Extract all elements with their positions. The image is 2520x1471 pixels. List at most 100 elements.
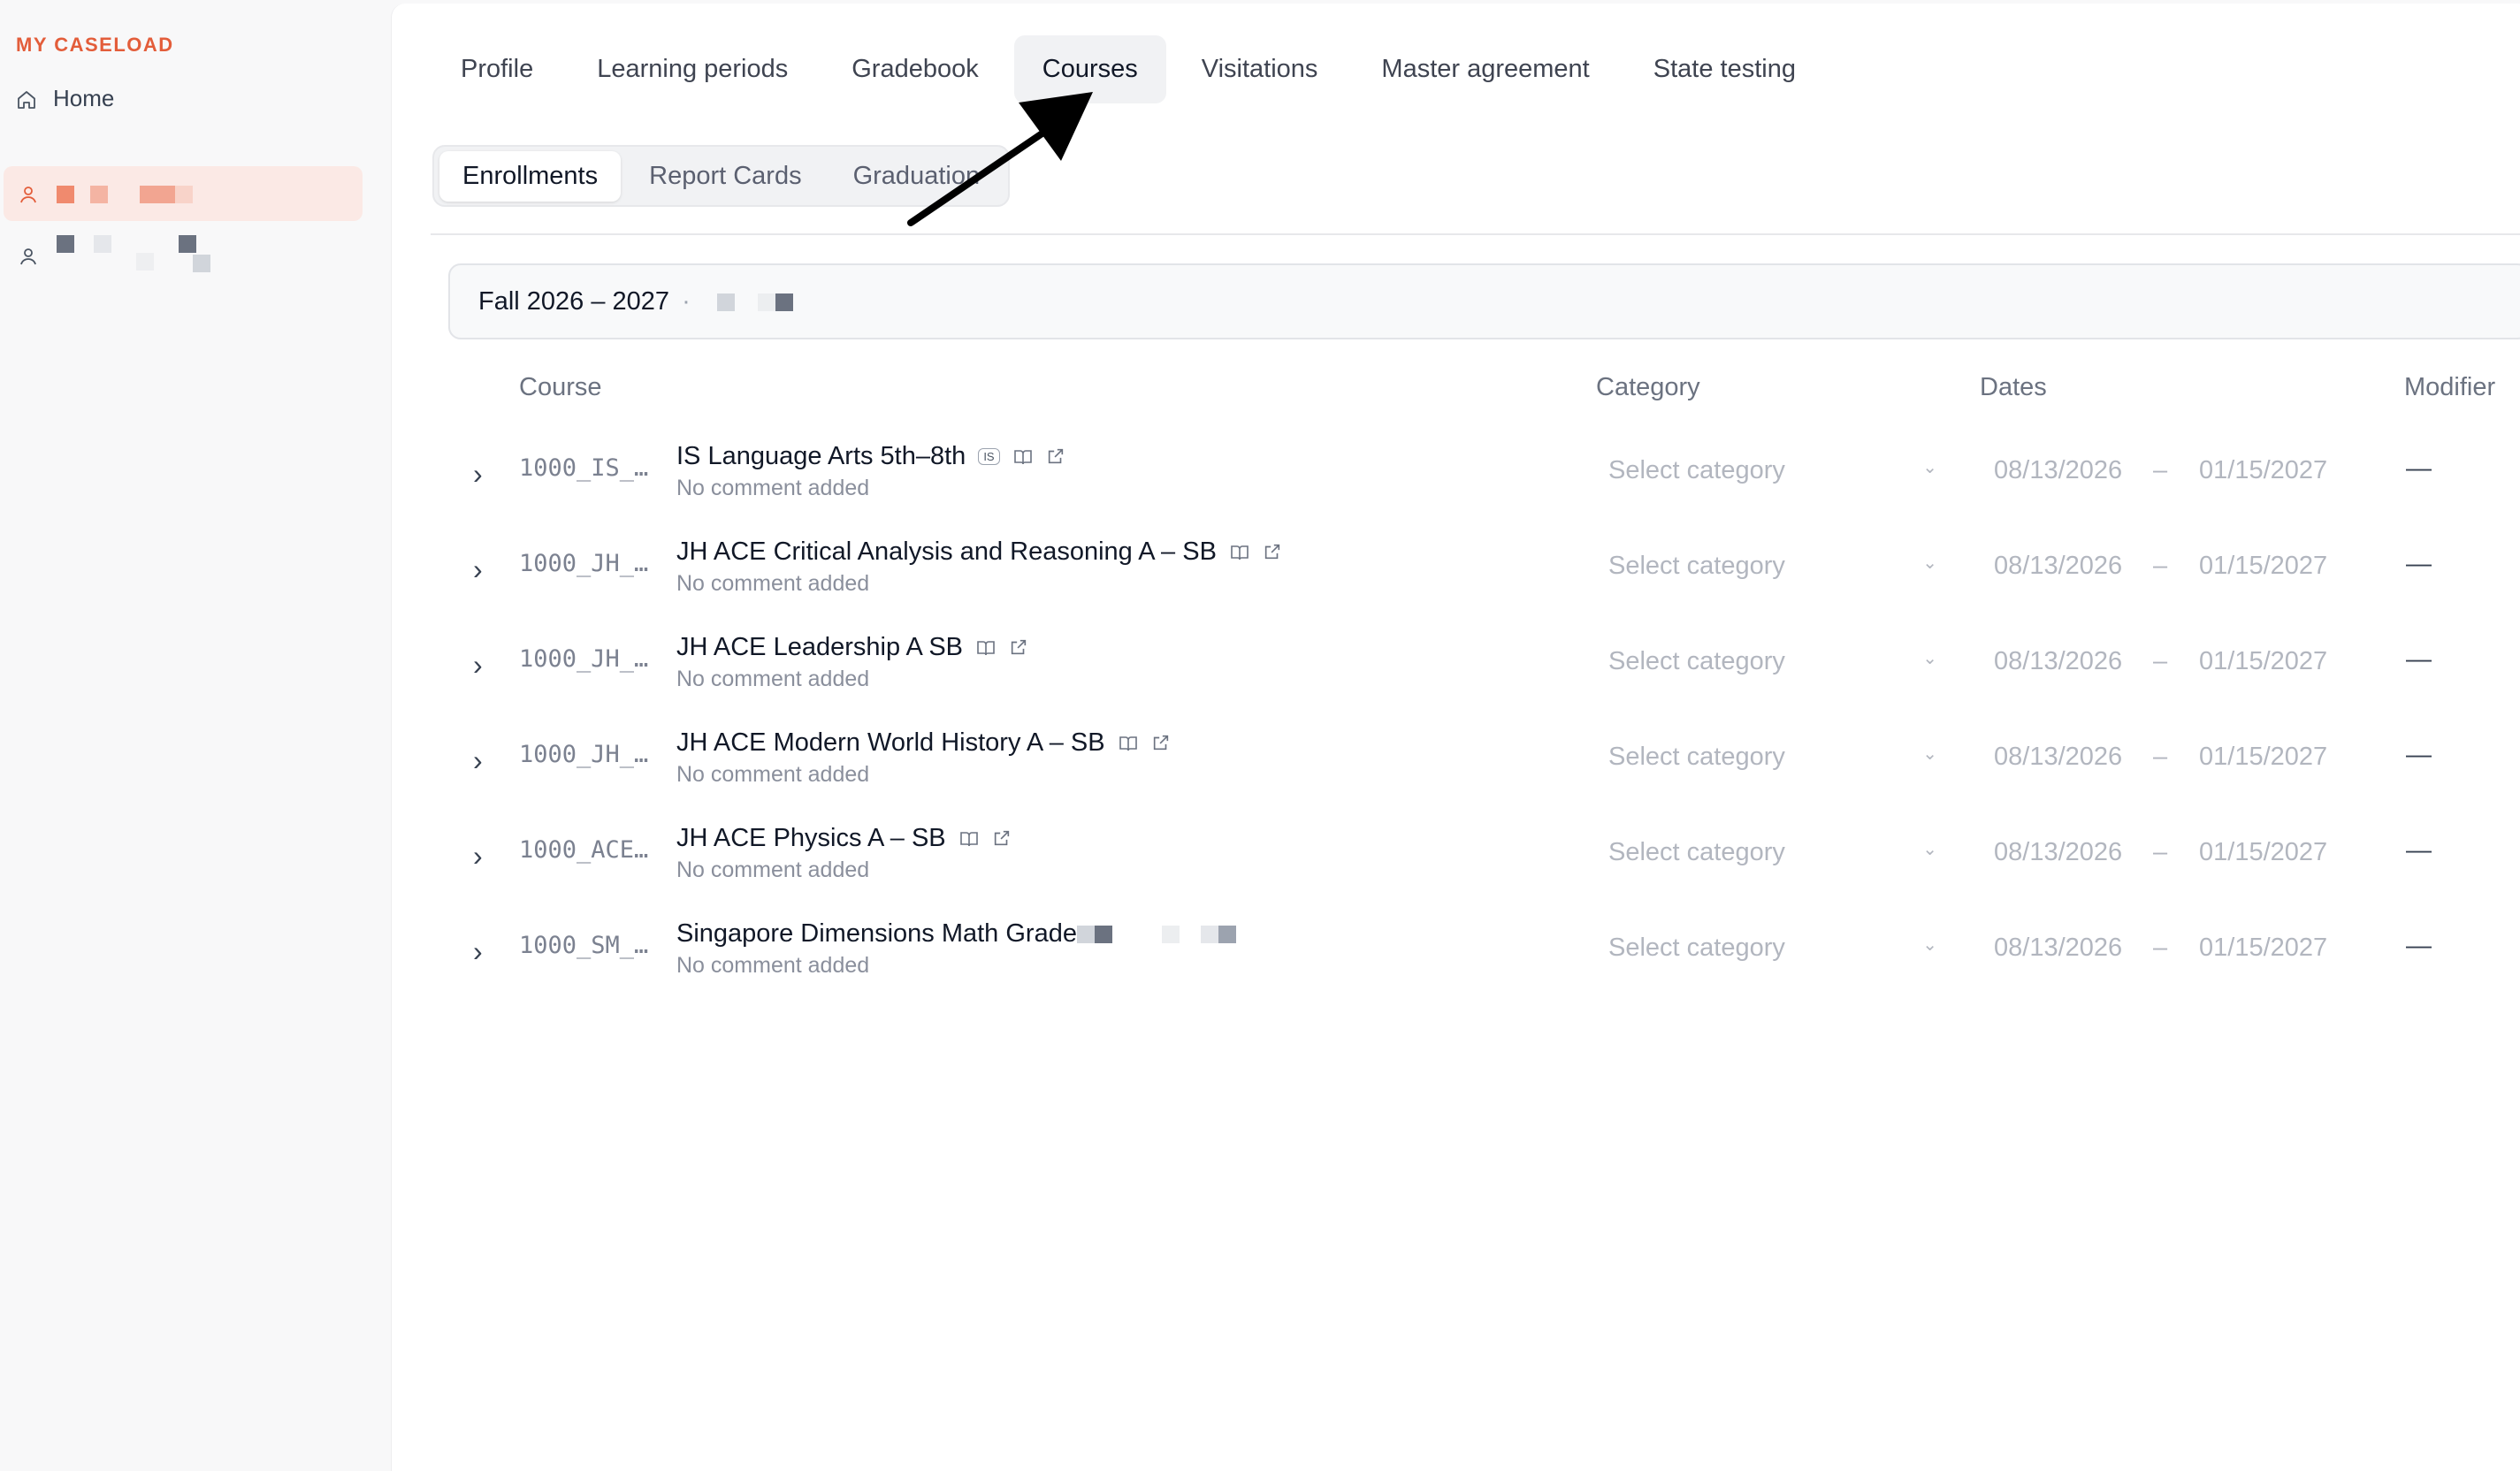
tab-learning-periods[interactable]: Learning periods [569, 35, 816, 103]
sidebar-item-label: Home [53, 85, 115, 111]
end-date[interactable]: 01/15/2027 [2199, 838, 2327, 867]
course-title: Singapore Dimensions Math Grade [676, 919, 1077, 948]
end-date[interactable]: 01/15/2027 [2199, 934, 2327, 963]
column-header-modifier: Modifier [2404, 373, 2496, 401]
tab-profile[interactable]: Profile [432, 35, 561, 103]
course-code: 1000_SM_… [519, 932, 649, 959]
chevron-down-icon: ⌄ [1922, 458, 1937, 477]
end-date[interactable]: 01/15/2027 [2199, 743, 2327, 772]
category-select[interactable]: Select category ⌄ [1608, 456, 1937, 485]
tab-state-testing[interactable]: State testing [1625, 35, 1824, 103]
course-title: JH ACE Physics A – SB [676, 824, 946, 852]
modifier-value: — [2406, 550, 2432, 578]
book-icon[interactable] [958, 828, 980, 850]
sidebar-student[interactable] [4, 228, 363, 283]
course-title: IS Language Arts 5th–8th [676, 442, 966, 470]
main-panel: Profile Learning periods Gradebook Cours… [391, 4, 2520, 1471]
expand-chevron-icon[interactable]: › [473, 744, 483, 777]
redacted-term-detail [703, 288, 809, 315]
user-icon [18, 183, 39, 204]
course-comment: No comment added [676, 953, 870, 978]
top-tabs: Profile Learning periods Gradebook Cours… [432, 35, 1824, 103]
category-select[interactable]: Select category ⌄ [1608, 743, 1937, 772]
category-select[interactable]: Select category ⌄ [1608, 838, 1937, 867]
column-header-course: Course [519, 373, 602, 401]
date-separator: – [2153, 934, 2168, 962]
subtab-report-cards[interactable]: Report Cards [626, 151, 824, 202]
table-row: › 1000_JH_… JH ACE Critical Analysis and… [392, 527, 2520, 622]
external-link-icon[interactable] [1009, 637, 1030, 659]
chevron-down-icon: ⌄ [1922, 649, 1937, 668]
external-link-icon[interactable] [992, 828, 1013, 850]
tab-master-agreement[interactable]: Master agreement [1353, 35, 1617, 103]
modifier-value: — [2406, 836, 2432, 865]
category-placeholder: Select category [1608, 838, 1785, 866]
book-icon[interactable] [1229, 542, 1250, 563]
category-placeholder: Select category [1608, 647, 1785, 675]
term-separator: · [682, 286, 691, 316]
end-date[interactable]: 01/15/2027 [2199, 552, 2327, 581]
column-header-dates: Dates [1980, 373, 2047, 401]
book-icon[interactable] [1012, 446, 1034, 468]
chevron-down-icon: ⌄ [1922, 840, 1937, 859]
expand-chevron-icon[interactable]: › [473, 553, 483, 586]
column-header-category: Category [1596, 373, 1700, 401]
external-link-icon[interactable] [1151, 733, 1172, 754]
chevron-down-icon: ⌄ [1922, 935, 1937, 955]
category-placeholder: Select category [1608, 552, 1785, 580]
expand-chevron-icon[interactable]: › [473, 935, 483, 968]
start-date[interactable]: 08/13/2026 [1994, 743, 2122, 772]
expand-chevron-icon[interactable]: › [473, 840, 483, 873]
sidebar-student-active[interactable] [4, 166, 363, 221]
tab-courses[interactable]: Courses [1013, 35, 1166, 103]
external-link-icon[interactable] [1046, 446, 1067, 468]
tab-gradebook[interactable]: Gradebook [823, 35, 1007, 103]
user-icon [18, 245, 39, 266]
subtab-enrollments[interactable]: Enrollments [439, 150, 622, 202]
table-row: › 1000_ACE… JH ACE Physics A – SB No com… [392, 813, 2520, 909]
course-comment: No comment added [676, 762, 870, 787]
start-date[interactable]: 08/13/2026 [1994, 456, 2122, 485]
redacted-name [51, 180, 210, 207]
end-date[interactable]: 01/15/2027 [2199, 456, 2327, 485]
course-comment: No comment added [676, 667, 870, 691]
category-select[interactable]: Select category ⌄ [1608, 934, 1937, 963]
course-badge: IS [978, 448, 1000, 465]
course-code: 1000_JH_… [519, 741, 649, 768]
table-row: › 1000_IS_… IS Language Arts 5th–8th IS … [392, 431, 2520, 527]
modifier-value: — [2406, 645, 2432, 674]
course-comment: No comment added [676, 571, 870, 596]
category-select[interactable]: Select category ⌄ [1608, 552, 1937, 581]
table-row: › 1000_SM_… Singapore Dimensions Math Gr… [392, 909, 2520, 1004]
start-date[interactable]: 08/13/2026 [1994, 838, 2122, 867]
chevron-down-icon: ⌄ [1922, 553, 1937, 573]
divider [431, 233, 2520, 235]
course-title: JH ACE Critical Analysis and Reasoning A… [676, 537, 1217, 566]
category-select[interactable]: Select category ⌄ [1608, 647, 1937, 676]
term-selector[interactable]: Fall 2026 – 2027 · [448, 263, 2520, 339]
date-separator: – [2153, 743, 2168, 771]
start-date[interactable]: 08/13/2026 [1994, 647, 2122, 676]
expand-chevron-icon[interactable]: › [473, 458, 483, 491]
category-placeholder: Select category [1608, 934, 1785, 962]
start-date[interactable]: 08/13/2026 [1994, 552, 2122, 581]
course-code: 1000_JH_… [519, 550, 649, 577]
subtab-graduation[interactable]: Graduation [830, 151, 1004, 202]
end-date[interactable]: 01/15/2027 [2199, 647, 2327, 676]
tab-visitations[interactable]: Visitations [1173, 35, 1347, 103]
external-link-icon[interactable] [1263, 542, 1284, 563]
term-label: Fall 2026 – 2027 [478, 286, 670, 316]
category-placeholder: Select category [1608, 743, 1785, 771]
expand-chevron-icon[interactable]: › [473, 649, 483, 682]
date-separator: – [2153, 647, 2168, 675]
book-icon[interactable] [975, 637, 997, 659]
start-date[interactable]: 08/13/2026 [1994, 934, 2122, 963]
book-icon[interactable] [1118, 733, 1139, 754]
caseload-title: MY CASELOAD [16, 34, 174, 56]
sidebar-item-home[interactable]: Home [16, 85, 114, 112]
sidebar: MY CASELOAD Home [0, 0, 389, 1471]
modifier-value: — [2406, 454, 2432, 483]
course-comment: No comment added [676, 476, 870, 500]
modifier-value: — [2406, 741, 2432, 769]
course-code: 1000_IS_… [519, 454, 649, 482]
